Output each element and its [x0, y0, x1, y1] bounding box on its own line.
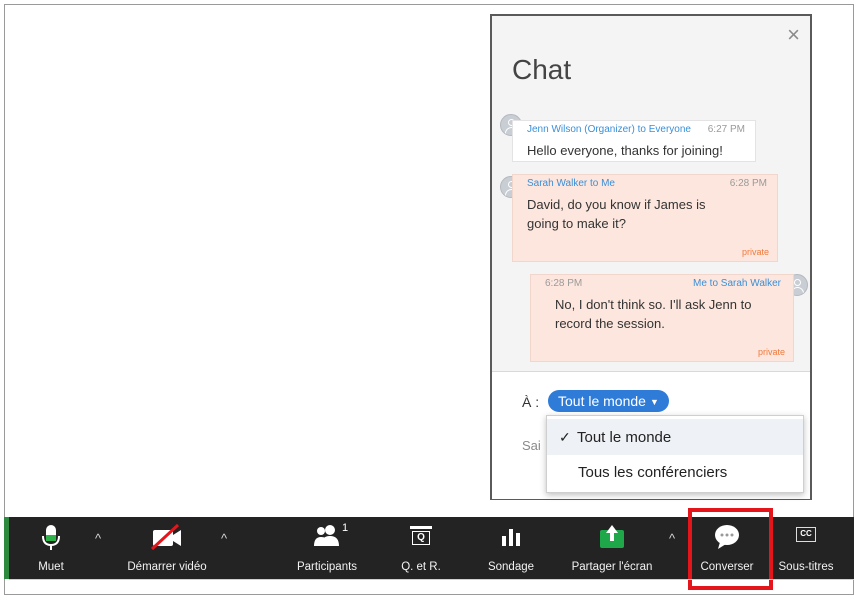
- share-screen-icon: [600, 525, 624, 548]
- video-off-icon: [150, 524, 181, 550]
- mute-label: Muet: [38, 561, 64, 573]
- share-screen-button[interactable]: Partager l'écran: [557, 517, 667, 579]
- recipient-dropdown: ✓ Tout le monde Tous les conférenciers: [546, 415, 804, 493]
- poll-chart-icon: [502, 529, 520, 546]
- option-label: Tout le monde: [577, 429, 672, 446]
- participants-button[interactable]: 1 Participants: [287, 517, 367, 579]
- recipient-label: À :: [522, 394, 540, 410]
- dropdown-option-panelists[interactable]: Tous les conférenciers: [547, 455, 803, 491]
- qa-button[interactable]: Q Q. et R.: [391, 517, 451, 579]
- video-label: Démarrer vidéo: [127, 561, 207, 573]
- message-time: 6:28 PM: [545, 278, 583, 289]
- captions-button[interactable]: CC Sous-titres: [771, 517, 841, 579]
- highlight-box: [688, 508, 773, 590]
- video-options-chevron-icon[interactable]: ^: [221, 531, 227, 546]
- message-text: No, I don't think so. I'll ask Jenn to r…: [555, 297, 752, 331]
- qa-icon: Q: [410, 526, 432, 546]
- start-video-button[interactable]: Démarrer vidéo: [117, 517, 217, 579]
- participants-icon: [314, 525, 339, 546]
- message-time: 6:27 PM: [707, 124, 745, 135]
- mute-button[interactable]: Muet: [31, 517, 71, 579]
- message-text: David, do you know if James is going to …: [527, 197, 706, 231]
- private-tag: private: [757, 347, 785, 357]
- message-sender: Jenn Wilson (Organizer) to Everyone: [527, 124, 691, 135]
- divider: [9, 579, 854, 580]
- option-label: Tous les conférenciers: [578, 464, 728, 481]
- closed-captions-icon: CC: [796, 527, 816, 542]
- caret-down-icon: ▼: [649, 397, 659, 407]
- private-tag: private: [741, 247, 769, 257]
- poll-label: Sondage: [487, 561, 535, 573]
- audio-options-chevron-icon[interactable]: ^: [95, 531, 101, 546]
- message-time: 6:28 PM: [729, 178, 767, 189]
- message-sender: Sarah Walker to Me: [527, 178, 615, 189]
- recipient-value: Tout le monde: [558, 393, 646, 409]
- share-options-chevron-icon[interactable]: ^: [669, 531, 675, 546]
- microphone-icon: [42, 525, 60, 550]
- recipient-select[interactable]: Tout le monde ▼: [548, 390, 669, 412]
- qa-label: Q. et R.: [401, 561, 441, 573]
- message-input[interactable]: Sai: [522, 438, 541, 453]
- message-sender: Me to Sarah Walker: [693, 278, 781, 289]
- message-text: Hello everyone, thanks for joining!: [527, 143, 723, 158]
- captions-label: Sous-titres: [778, 561, 834, 573]
- participants-label: Participants: [296, 561, 358, 573]
- close-icon[interactable]: ×: [787, 24, 800, 46]
- message-list[interactable]: Jenn Wilson (Organizer) to Everyone 6:27…: [492, 112, 810, 370]
- participants-count: 1: [342, 522, 349, 534]
- qa-icon-text: Q: [412, 531, 430, 545]
- poll-button[interactable]: Sondage: [479, 517, 543, 579]
- chat-title: Chat: [512, 54, 572, 85]
- chat-message-private: 6:28 PM Me to Sarah Walker No, I don't t…: [530, 274, 794, 362]
- chat-message-private: Sarah Walker to Me 6:28 PM David, do you…: [512, 174, 778, 262]
- check-icon: ✓: [559, 429, 571, 445]
- chat-message: Jenn Wilson (Organizer) to Everyone 6:27…: [512, 120, 756, 162]
- share-label: Partager l'écran: [571, 561, 653, 573]
- dropdown-option-everyone[interactable]: ✓ Tout le monde: [547, 419, 803, 455]
